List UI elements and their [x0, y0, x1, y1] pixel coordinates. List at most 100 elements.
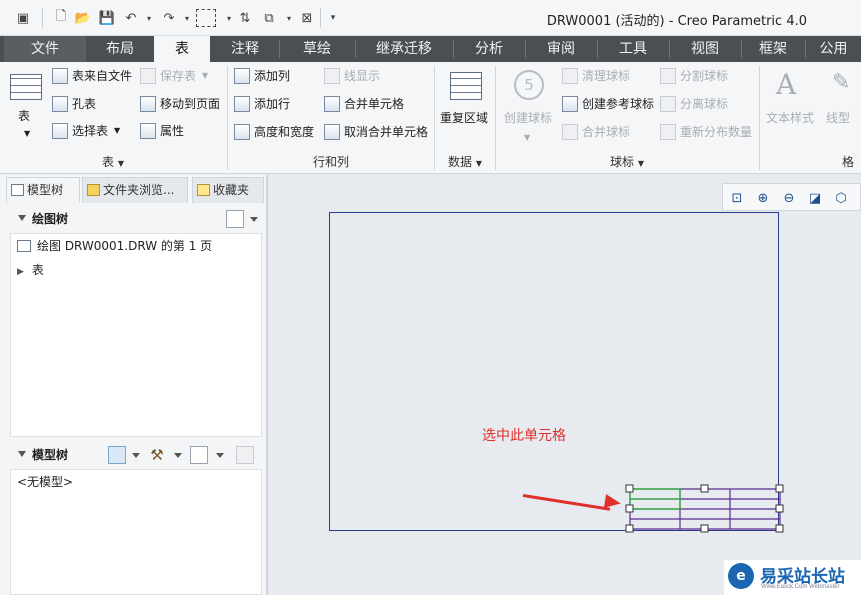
properties-button[interactable]: 属性	[140, 121, 184, 141]
add-row-button[interactable]: 添加行	[234, 94, 290, 114]
select-box-icon[interactable]	[196, 9, 216, 27]
show-dropdown-icon[interactable]	[132, 453, 140, 458]
table-dropdown-icon[interactable]: ▼	[24, 124, 30, 144]
zoom-in-icon[interactable]: ⊕	[754, 189, 772, 207]
group-dropdown-icon: ▼	[475, 159, 482, 168]
save-icon[interactable]: 💾	[98, 9, 116, 27]
repeat-region-button[interactable]: 重复区域	[440, 108, 488, 128]
tab-tools[interactable]: 工具	[598, 36, 668, 62]
filter-icon[interactable]	[236, 446, 254, 464]
redistribute-quantity-button[interactable]: 重新分布数量	[660, 122, 752, 142]
redistribute-quantity-icon	[660, 124, 676, 140]
windows-dropdown-icon[interactable]: ▾	[280, 9, 298, 27]
redo-icon[interactable]: ↷	[160, 9, 178, 27]
model-tree-body: <无模型>	[10, 469, 262, 595]
properties-icon	[140, 123, 156, 139]
new-file-icon[interactable]: 🗋	[52, 9, 70, 27]
split-balloon-icon	[660, 68, 676, 84]
site-watermark: e 易采站长站 Www.Easck.Com Webmaster	[724, 560, 861, 595]
table-from-file-icon	[52, 68, 68, 84]
create-reference-balloon-button[interactable]: 创建参考球标	[562, 94, 654, 114]
tree-settings-icon[interactable]	[226, 210, 244, 228]
line-style-button[interactable]: 线型	[826, 108, 850, 128]
merge-balloons-icon	[562, 124, 578, 140]
tree-settings-icon[interactable]	[190, 446, 208, 464]
regenerate-icon[interactable]: ⇅	[236, 9, 254, 27]
add-column-button[interactable]: 添加列	[234, 66, 290, 86]
tab-table[interactable]: 表	[154, 36, 210, 63]
open-folder-icon[interactable]: 📂	[74, 9, 92, 27]
text-style-icon: A	[776, 68, 797, 101]
create-balloon-dropdown-icon[interactable]: ▼	[524, 128, 530, 148]
customize-toolbar-icon[interactable]: ▾	[324, 9, 342, 27]
detach-balloon-icon	[660, 96, 676, 112]
tab-review[interactable]: 审阅	[526, 36, 596, 62]
close-window-icon[interactable]: ⊠	[298, 9, 316, 27]
merge-balloons-button[interactable]: 合并球标	[562, 122, 630, 142]
tab-view[interactable]: 视图	[670, 36, 740, 62]
zoom-out-icon[interactable]: ⊖	[780, 189, 798, 207]
group-label-balloons[interactable]: 球标 ▼	[496, 154, 758, 170]
tab-annotate[interactable]: 注释	[212, 36, 278, 62]
pointer-arrow-head	[603, 494, 622, 511]
zoom-fit-icon[interactable]: ⊡	[728, 189, 746, 207]
panel-tab-folder-browser[interactable]: 文件夹浏览...	[82, 177, 188, 203]
clean-balloons-button[interactable]: 清理球标	[562, 66, 630, 86]
detach-balloon-button[interactable]: 分离球标	[660, 94, 728, 114]
group-label-data[interactable]: 数据 ▼	[435, 154, 495, 170]
tab-analysis[interactable]: 分析	[454, 36, 524, 62]
table-from-file-button[interactable]: 表来自文件	[52, 66, 132, 86]
undo-icon[interactable]: ↶	[122, 9, 140, 27]
move-to-sheet-button[interactable]: 移动到页面	[140, 94, 220, 114]
line-display-button[interactable]: 线显示	[324, 66, 380, 86]
tab-file[interactable]: 文件	[4, 36, 86, 62]
height-width-button[interactable]: 高度和宽度	[234, 122, 314, 142]
collapse-caret-icon	[18, 451, 26, 457]
group-dropdown-icon: ▼	[637, 159, 644, 168]
tree-item-sheet[interactable]: 绘图 DRW0001.DRW 的第 1 页	[17, 237, 212, 255]
select-table-icon	[52, 123, 68, 139]
tab-common[interactable]: 公用	[806, 36, 861, 62]
folder-icon	[87, 184, 100, 196]
selection-handle	[625, 504, 634, 513]
toolbar-separator	[320, 8, 321, 28]
save-table-button[interactable]: 保存表 ▼	[140, 66, 208, 86]
tree-item-table[interactable]: ▶ 表	[17, 261, 44, 279]
show-icon[interactable]	[108, 446, 126, 464]
selection-handle	[775, 504, 784, 513]
split-balloon-button[interactable]: 分割球标	[660, 66, 728, 86]
merge-cells-button[interactable]: 合并单元格	[324, 94, 404, 114]
create-balloon-button[interactable]: 创建球标	[504, 108, 552, 128]
drawing-sheet-icon	[17, 240, 31, 252]
tab-layout[interactable]: 布局	[86, 36, 154, 62]
windows-icon[interactable]: ⧉	[260, 9, 278, 27]
hole-table-button[interactable]: 孔表	[52, 94, 96, 114]
drawing-table[interactable]	[622, 481, 792, 541]
undo-dropdown-icon[interactable]: ▾	[140, 9, 158, 27]
display-style-icon[interactable]: ⬡	[832, 189, 850, 207]
app-menu-icon[interactable]: ▣	[14, 9, 32, 27]
tools-icon[interactable]: ⚒	[148, 446, 166, 464]
unmerge-cells-button[interactable]: 取消合并单元格	[324, 122, 428, 142]
table-button[interactable]: 表	[18, 106, 30, 126]
redo-dropdown-icon[interactable]: ▾	[178, 9, 196, 27]
expand-arrow-icon[interactable]: ▶	[17, 267, 24, 277]
panel-tab-favorites[interactable]: 收藏夹	[192, 177, 264, 203]
repaint-icon[interactable]: ◪	[806, 189, 824, 207]
tab-frame[interactable]: 框架	[742, 36, 804, 62]
tree-settings-dropdown-icon[interactable]	[250, 217, 258, 222]
tab-sketch[interactable]: 草绘	[280, 36, 354, 62]
tree-settings-dropdown-icon[interactable]	[216, 453, 224, 458]
tab-legacy-migration[interactable]: 继承迁移	[356, 36, 452, 62]
tools-dropdown-icon[interactable]	[174, 453, 182, 458]
text-style-button[interactable]: 文本样式	[766, 108, 814, 128]
select-table-button[interactable]: 选择表 ▼	[52, 121, 120, 141]
graphics-area[interactable]: ⊡ ⊕ ⊖ ◪ ⬡ 选中此单元格	[270, 175, 861, 595]
panel-tab-model-tree[interactable]: 模型树	[6, 177, 80, 203]
graphics-toolbar: ⊡ ⊕ ⊖ ◪ ⬡	[722, 183, 861, 211]
group-label-table[interactable]: 表 ▼	[0, 154, 226, 170]
navigator-panel: 模型树 文件夹浏览... 收藏夹 绘图树 绘图 DRW0001.DRW 的第 1…	[0, 175, 268, 595]
save-table-dropdown-icon: ▼	[202, 71, 209, 80]
tree-item-no-model: <无模型>	[17, 475, 74, 489]
height-width-icon	[234, 124, 250, 140]
